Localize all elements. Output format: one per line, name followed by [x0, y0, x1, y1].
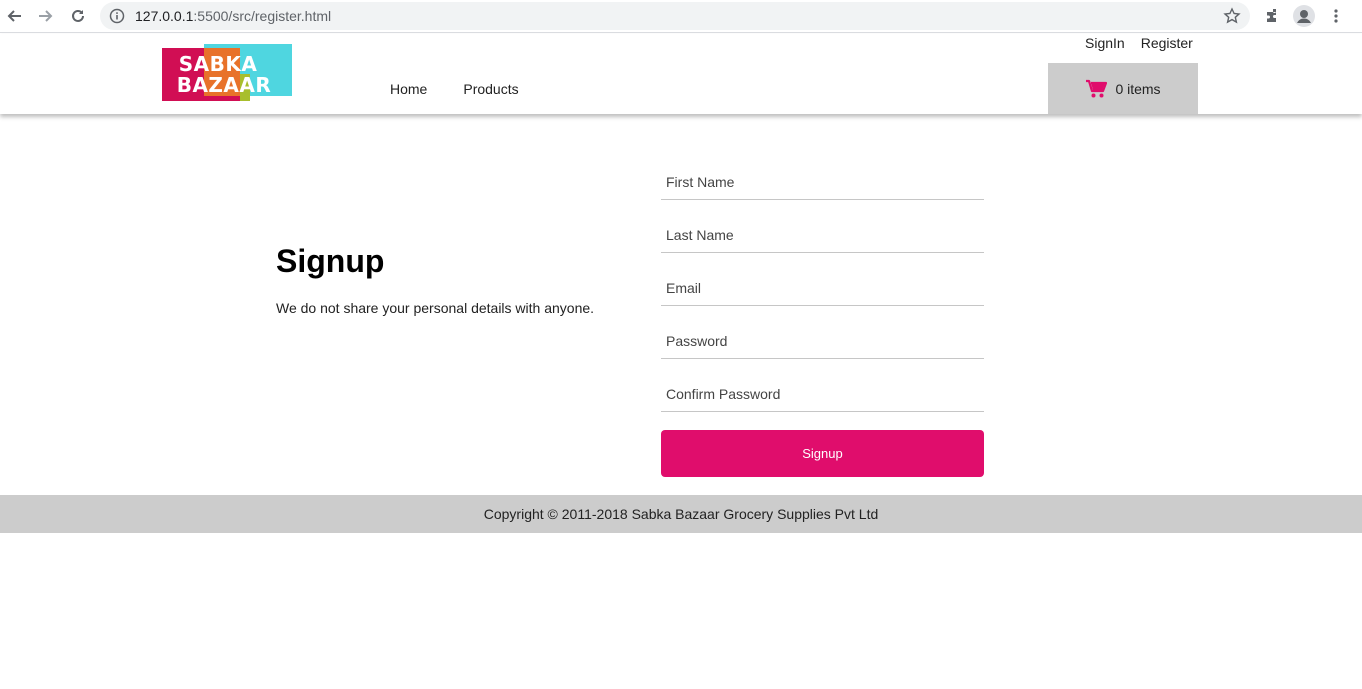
copyright-text: Copyright © 2011-2018 Sabka Bazaar Groce…	[483, 506, 879, 522]
page-title: Signup	[276, 243, 385, 279]
logo-text-line2: BAZAAR	[176, 73, 272, 97]
nav-products-link[interactable]: Products	[463, 81, 518, 97]
site-footer: Copyright © 2011-2018 Sabka Bazaar Groce…	[0, 495, 1362, 533]
last-name-field-wrapper	[661, 218, 984, 253]
browser-toolbar: 127.0.0.1:5500/src/register.html	[0, 0, 1362, 33]
nav-home-link[interactable]: Home	[390, 81, 427, 97]
signin-link[interactable]: SignIn	[1085, 35, 1125, 51]
address-bar[interactable]: 127.0.0.1:5500/src/register.html	[100, 2, 1250, 30]
account-links: SignIn Register	[1085, 35, 1193, 51]
star-icon[interactable]	[1223, 7, 1241, 30]
password-field-wrapper	[661, 324, 984, 359]
signup-button[interactable]: Signup	[661, 430, 984, 477]
url-path: :5500/src/register.html	[193, 8, 332, 24]
back-icon[interactable]	[2, 4, 26, 28]
email-input[interactable]	[661, 271, 984, 305]
forward-icon[interactable]	[34, 4, 58, 28]
main-nav: Home Products	[390, 81, 519, 97]
info-icon[interactable]	[109, 8, 125, 29]
menu-icon[interactable]	[1324, 4, 1348, 28]
sabka-bazaar-logo[interactable]: SABKA BAZAAR	[162, 44, 292, 101]
first-name-input[interactable]	[661, 165, 984, 199]
extensions-icon[interactable]	[1260, 4, 1284, 28]
site-header: SABKA BAZAAR Home Products SignIn Regist…	[0, 34, 1362, 114]
last-name-input[interactable]	[661, 218, 984, 252]
first-name-field-wrapper	[661, 165, 984, 200]
confirm-password-input[interactable]	[661, 377, 984, 411]
cart-button[interactable]: 0 items	[1048, 63, 1198, 114]
signup-form: Signup	[661, 165, 984, 477]
confirm-password-field-wrapper	[661, 377, 984, 412]
email-field-wrapper	[661, 271, 984, 306]
profile-icon[interactable]	[1292, 4, 1316, 28]
cart-count-label: 0 items	[1115, 80, 1161, 97]
page-subtitle: We do not share your personal details wi…	[276, 300, 595, 316]
url-text: 127.0.0.1:5500/src/register.html	[135, 8, 331, 24]
reload-icon[interactable]	[66, 4, 90, 28]
password-input[interactable]	[661, 324, 984, 358]
register-link[interactable]: Register	[1141, 35, 1193, 51]
logo-text-line1: SABKA	[178, 52, 258, 76]
url-host: 127.0.0.1	[135, 8, 194, 24]
signup-intro: Signup We do not share your personal det…	[276, 243, 594, 316]
cart-icon	[1086, 79, 1108, 97]
